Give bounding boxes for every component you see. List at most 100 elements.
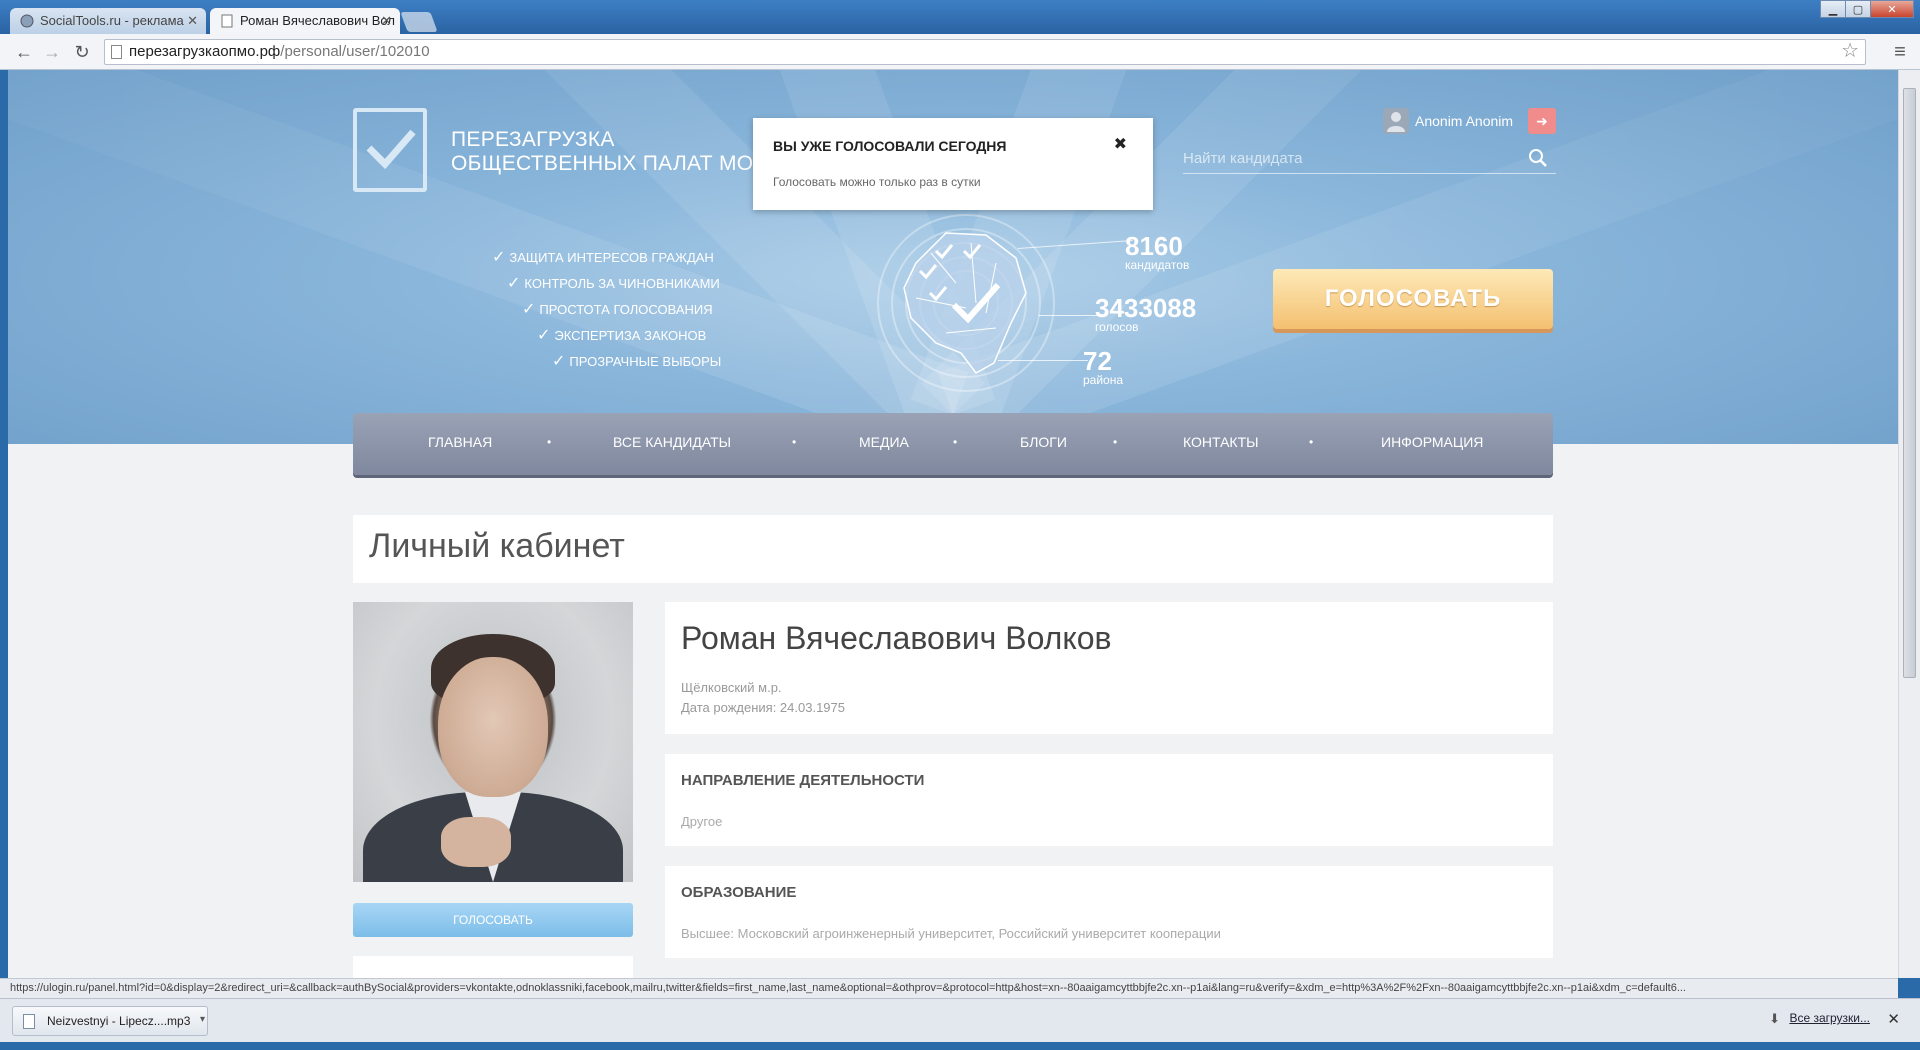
page-title: Личный кабинет <box>369 527 625 565</box>
page-icon <box>221 14 233 28</box>
leader-line <box>1038 315 1103 316</box>
check-icon: ✓ <box>522 301 536 318</box>
stat-districts: 72 района <box>1083 348 1123 386</box>
download-item[interactable]: Neizvestnyi - Lipecz....mp3 <box>12 1006 208 1036</box>
close-icon[interactable]: ✖ <box>1114 134 1127 154</box>
stat-label: кандидатов <box>1125 258 1190 272</box>
nav-info[interactable]: ИНФОРМАЦИЯ <box>1381 413 1483 471</box>
window-controls: ▁ ▢ ✕ <box>1820 0 1914 18</box>
candidate-district: Щёлковский м.р. <box>681 680 782 695</box>
back-arrow-icon[interactable]: ← <box>12 40 36 64</box>
hero-header: ПЕРЕЗАГРУЗКА ОБЩЕСТВЕННЫХ ПАЛАТ МО ✓ ЗАЩИ… <box>8 70 1898 458</box>
new-tab-button[interactable] <box>400 12 438 32</box>
logout-icon[interactable]: ➜ <box>1528 108 1556 134</box>
nav-blogs[interactable]: БЛОГИ <box>1020 413 1067 471</box>
feature-label: ПРОЗРАЧНЫЕ ВЫБОРЫ <box>569 354 722 369</box>
stat-label: района <box>1083 373 1124 387</box>
browser-toolbar: ← → ↻ перезагрузкаопмо.рф/personal/user/… <box>0 34 1920 70</box>
popup-text: Голосовать можно только раз в сутки <box>773 175 981 189</box>
leader-line <box>998 360 1088 361</box>
nav-separator: • <box>1113 435 1118 449</box>
bookmark-star-icon[interactable]: ☆ <box>1841 39 1859 63</box>
close-tab-icon[interactable]: ✕ <box>381 8 392 34</box>
browser-titlebar: SocialTools.ru - реклама ✕ Роман Вячесла… <box>0 0 1920 34</box>
scrollbar-thumb[interactable] <box>1903 88 1916 678</box>
feature-label: ПРОСТОТА ГОЛОСОВАНИЯ <box>539 302 713 317</box>
nav-all-candidates[interactable]: ВСЕ КАНДИДАТЫ <box>613 413 731 471</box>
taskbar-edge <box>0 1042 1920 1050</box>
nav-home[interactable]: ГЛАВНАЯ <box>428 413 492 471</box>
candidate-search <box>1183 144 1556 174</box>
activity-panel: НАПРАВЛЕНИЕ ДЕЯТЕЛЬНОСТИ Другое <box>665 754 1553 846</box>
nav-media[interactable]: МЕДИА <box>859 413 909 471</box>
close-tab-icon[interactable]: ✕ <box>187 8 198 34</box>
search-input[interactable] <box>1183 144 1513 172</box>
menu-icon[interactable]: ≡ <box>1888 40 1912 64</box>
download-filename: Neizvestnyi - Lipecz....mp3 <box>47 1014 191 1028</box>
address-bar[interactable]: перезагрузкаопмо.рф/personal/user/102010… <box>104 39 1866 65</box>
candidate-info-panel: Роман Вячеславович Волков Щёлковский м.р… <box>665 602 1553 734</box>
check-icon: ✓ <box>492 249 506 266</box>
activity-value: Другое <box>681 814 723 829</box>
close-icon[interactable]: ✕ <box>1887 1010 1900 1028</box>
nav-separator: • <box>547 435 552 449</box>
download-menu-arrow-icon[interactable]: ▾ <box>200 1006 214 1036</box>
nav-contacts[interactable]: КОНТАКТЫ <box>1183 413 1259 471</box>
url-host: перезагрузкаопмо.рф <box>129 43 281 60</box>
cabinet-header: Личный кабинет <box>353 515 1553 583</box>
tab-profile[interactable]: Роман Вячеславович Вол ✕ <box>210 8 400 34</box>
stat-votes: 3433088 голосов <box>1095 295 1196 333</box>
photo-face <box>438 657 548 797</box>
candidate-photo <box>353 602 633 882</box>
page-icon <box>111 45 122 59</box>
user-name: Anonim Anonim <box>1415 113 1514 129</box>
already-voted-popup: ВЫ УЖЕ ГОЛОСОВАЛИ СЕГОДНЯ Голосовать мож… <box>753 118 1153 210</box>
stat-value: 8160 <box>1125 231 1183 261</box>
education-title: ОБРАЗОВАНИЕ <box>681 884 797 901</box>
nav-separator: • <box>792 435 797 449</box>
education-value: Высшее: Московский агроинженерный универ… <box>681 926 1221 941</box>
region-map-graphic <box>877 214 1055 392</box>
feature-label: КОНТРОЛЬ ЗА ЧИНОВНИКАМИ <box>524 276 720 291</box>
download-arrow-icon: ⬇ <box>1769 1011 1780 1026</box>
page-scrollbar[interactable] <box>1898 70 1920 978</box>
photo-hand <box>441 817 511 867</box>
audio-file-icon <box>23 1014 35 1029</box>
window-close-icon[interactable]: ✕ <box>1870 0 1914 18</box>
reload-icon[interactable]: ↻ <box>70 40 94 64</box>
maximize-icon[interactable]: ▢ <box>1845 0 1871 18</box>
stat-value: 3433088 <box>1095 293 1197 323</box>
tab-label: SocialTools.ru - реклама <box>40 13 184 28</box>
stat-candidates: 8160 кандидатов <box>1125 233 1189 271</box>
logo-line2: ОБЩЕСТВЕННЫХ ПАЛАТ МО <box>451 152 754 175</box>
activity-title: НАПРАВЛЕНИЕ ДЕЯТЕЛЬНОСТИ <box>681 772 925 789</box>
feature-item: ✓ ПРОЗРАЧНЫЕ ВЫБОРЫ <box>552 349 721 375</box>
forward-arrow-icon[interactable]: → <box>40 40 64 64</box>
side-panel <box>353 956 633 978</box>
check-icon: ✓ <box>537 327 551 344</box>
feature-item: ✓ ЗАЩИТА ИНТЕРЕСОВ ГРАЖДАН <box>492 245 714 271</box>
stat-value: 72 <box>1083 346 1112 376</box>
candidate-vote-button[interactable]: ГОЛОСОВАТЬ <box>353 903 633 937</box>
popup-title: ВЫ УЖЕ ГОЛОСОВАЛИ СЕГОДНЯ <box>773 138 1007 154</box>
feature-item: ✓ ПРОСТОТА ГОЛОСОВАНИЯ <box>522 297 713 323</box>
globe-icon <box>20 14 34 28</box>
vote-button[interactable]: ГОЛОСОВАТЬ <box>1273 269 1553 329</box>
tab-socialtools[interactable]: SocialTools.ru - реклама ✕ <box>10 8 206 34</box>
nav-separator: • <box>1309 435 1314 449</box>
download-bar: Neizvestnyi - Lipecz....mp3 ▾ ⬇ Все загр… <box>0 998 1920 1042</box>
status-bar-url: https://ulogin.ru/panel.html?id=0&displa… <box>0 978 1898 998</box>
candidate-name: Роман Вячеславович Волков <box>681 620 1112 656</box>
site-logo[interactable] <box>353 108 427 192</box>
web-page: ПЕРЕЗАГРУЗКА ОБЩЕСТВЕННЫХ ПАЛАТ МО ✓ ЗАЩИ… <box>8 70 1898 978</box>
site-title[interactable]: ПЕРЕЗАГРУЗКА ОБЩЕСТВЕННЫХ ПАЛАТ МО <box>451 128 753 176</box>
checkmark-icon <box>366 129 416 170</box>
all-downloads-link[interactable]: Все загрузки... <box>1789 1011 1870 1025</box>
minimize-icon[interactable]: ▁ <box>1820 0 1846 18</box>
logo-line1: ПЕРЕЗАГРУЗКА <box>451 128 615 151</box>
check-icon: ✓ <box>507 275 521 292</box>
search-icon[interactable] <box>1528 148 1548 168</box>
user-avatar-icon <box>1383 108 1409 134</box>
main-navigation: ГЛАВНАЯ • ВСЕ КАНДИДАТЫ • МЕДИА • БЛОГИ … <box>353 413 1553 475</box>
feature-label: ЗАЩИТА ИНТЕРЕСОВ ГРАЖДАН <box>509 250 714 265</box>
